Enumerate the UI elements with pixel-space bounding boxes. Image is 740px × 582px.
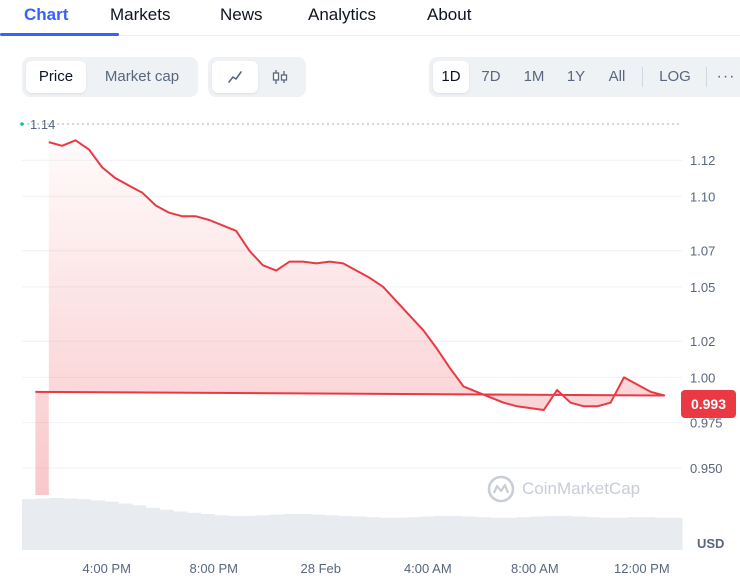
volume-bar <box>434 515 449 550</box>
tab-news[interactable]: News <box>220 5 263 25</box>
tab-chart[interactable]: Chart <box>24 5 68 25</box>
volume-bar <box>420 516 435 550</box>
volume-bar <box>283 514 298 550</box>
volume-bar <box>228 515 243 550</box>
volume-bar <box>77 499 92 550</box>
y-tick-label: 1.00 <box>690 370 715 385</box>
range-1m-button[interactable]: 1M <box>515 61 553 93</box>
volume-bar <box>379 517 394 550</box>
y-tick-label: 0.950 <box>690 461 723 476</box>
chart-type-toggle <box>208 57 306 97</box>
x-tick-label: 8:00 PM <box>190 561 238 576</box>
coinmarketcap-watermark: CoinMarketCap <box>486 474 640 504</box>
volume-bar <box>365 517 380 550</box>
candlestick-button[interactable] <box>258 61 302 93</box>
range-7d-button[interactable]: 7D <box>473 61 509 93</box>
log-button[interactable]: LOG <box>651 61 699 93</box>
y-tick-label: 1.10 <box>690 189 715 204</box>
tab-markets[interactable]: Markets <box>110 5 170 25</box>
x-tick-label: 8:00 AM <box>511 561 559 576</box>
more-options-button[interactable]: ··· <box>713 61 739 93</box>
y-tick-label: 1.02 <box>690 334 715 349</box>
volume-bar <box>310 514 325 550</box>
volume-bar <box>503 517 518 550</box>
volume-bar <box>530 516 545 550</box>
volume-bar <box>407 517 422 550</box>
coinmarketcap-logo-icon <box>487 475 515 503</box>
range-divider <box>642 67 643 87</box>
volume-bar <box>187 512 202 550</box>
volume-bar <box>613 517 628 550</box>
volume-bar <box>654 517 669 550</box>
range-all-button[interactable]: All <box>599 61 635 93</box>
current-price-badge: 0.993 <box>681 390 736 418</box>
tab-about[interactable]: About <box>427 5 471 25</box>
y-tick-label: 1.05 <box>690 280 715 295</box>
candlestick-icon <box>272 70 288 85</box>
top-tabs: Chart Markets News Analytics About <box>0 0 740 36</box>
y-axis-ticks: 0.9500.9751.001.021.051.071.101.12 <box>690 153 723 476</box>
y-tick-label: 1.12 <box>690 153 715 168</box>
price-button[interactable]: Price <box>26 61 86 93</box>
volume-bar <box>462 516 477 550</box>
x-axis-ticks: 4:00 PM 8:00 PM 28 Feb 4:00 AM 8:00 AM 12:00 … <box>83 561 670 576</box>
volume-bar <box>132 505 147 550</box>
volume-bar <box>448 515 463 550</box>
price-chart[interactable]: 0.9500.9751.001.021.051.071.101.12 4:00 … <box>0 110 740 582</box>
range-1y-button[interactable]: 1Y <box>559 61 593 93</box>
volume-bar <box>255 515 270 550</box>
volume-bar <box>352 516 367 550</box>
volume-bar <box>90 500 105 550</box>
volume-bar <box>214 515 229 550</box>
volume-bar <box>517 517 532 550</box>
x-tick-label: 12:00 PM <box>614 561 670 576</box>
market-cap-button[interactable]: Market cap <box>90 61 194 93</box>
line-chart-icon <box>228 71 242 83</box>
volume-bar <box>297 514 312 550</box>
metric-toggle: Price Market cap <box>22 57 198 97</box>
volume-bar <box>544 515 559 550</box>
range-divider <box>706 67 707 87</box>
x-tick-label: 28 Feb <box>301 561 341 576</box>
volume-bar <box>22 499 37 550</box>
volume-bar <box>242 515 257 550</box>
volume-bar <box>200 514 215 550</box>
volume-bar <box>640 517 655 550</box>
range-toggle: 1D 7D 1M 1Y All LOG ··· <box>429 57 740 97</box>
volume-bar <box>49 497 64 550</box>
x-tick-label: 4:00 PM <box>83 561 131 576</box>
more-horizontal-icon: ··· <box>716 68 736 85</box>
volume-bar <box>558 515 573 550</box>
volume-bar <box>668 517 683 550</box>
volume-bar <box>572 516 587 550</box>
volume-bar <box>159 509 174 550</box>
active-tab-indicator <box>0 33 119 36</box>
volume-bar <box>63 498 78 550</box>
volume-bar <box>338 515 353 550</box>
y-tick-label: 1.07 <box>690 244 715 259</box>
volume-bar <box>104 501 119 550</box>
volume-bar <box>145 507 160 550</box>
volume-bar <box>599 517 614 550</box>
high-price-marker <box>20 122 24 126</box>
volume-bars <box>22 497 683 550</box>
volume-bar <box>269 514 284 550</box>
volume-bar <box>35 498 50 550</box>
line-chart-button[interactable] <box>212 61 258 93</box>
volume-bar <box>585 517 600 550</box>
high-price-label: 1.14 <box>30 117 55 132</box>
volume-bar <box>118 503 133 550</box>
watermark-text: CoinMarketCap <box>522 479 641 498</box>
range-1d-button[interactable]: 1D <box>433 61 469 93</box>
price-area-fill <box>35 140 665 496</box>
volume-bar <box>627 517 642 550</box>
x-tick-label: 4:00 AM <box>404 561 452 576</box>
y-axis-unit-label: USD <box>697 536 724 551</box>
volume-bar <box>324 515 339 550</box>
tab-analytics[interactable]: Analytics <box>308 5 376 25</box>
volume-bar <box>173 511 188 550</box>
volume-bar <box>489 517 504 550</box>
volume-bar <box>475 517 490 550</box>
volume-bar <box>393 517 408 550</box>
